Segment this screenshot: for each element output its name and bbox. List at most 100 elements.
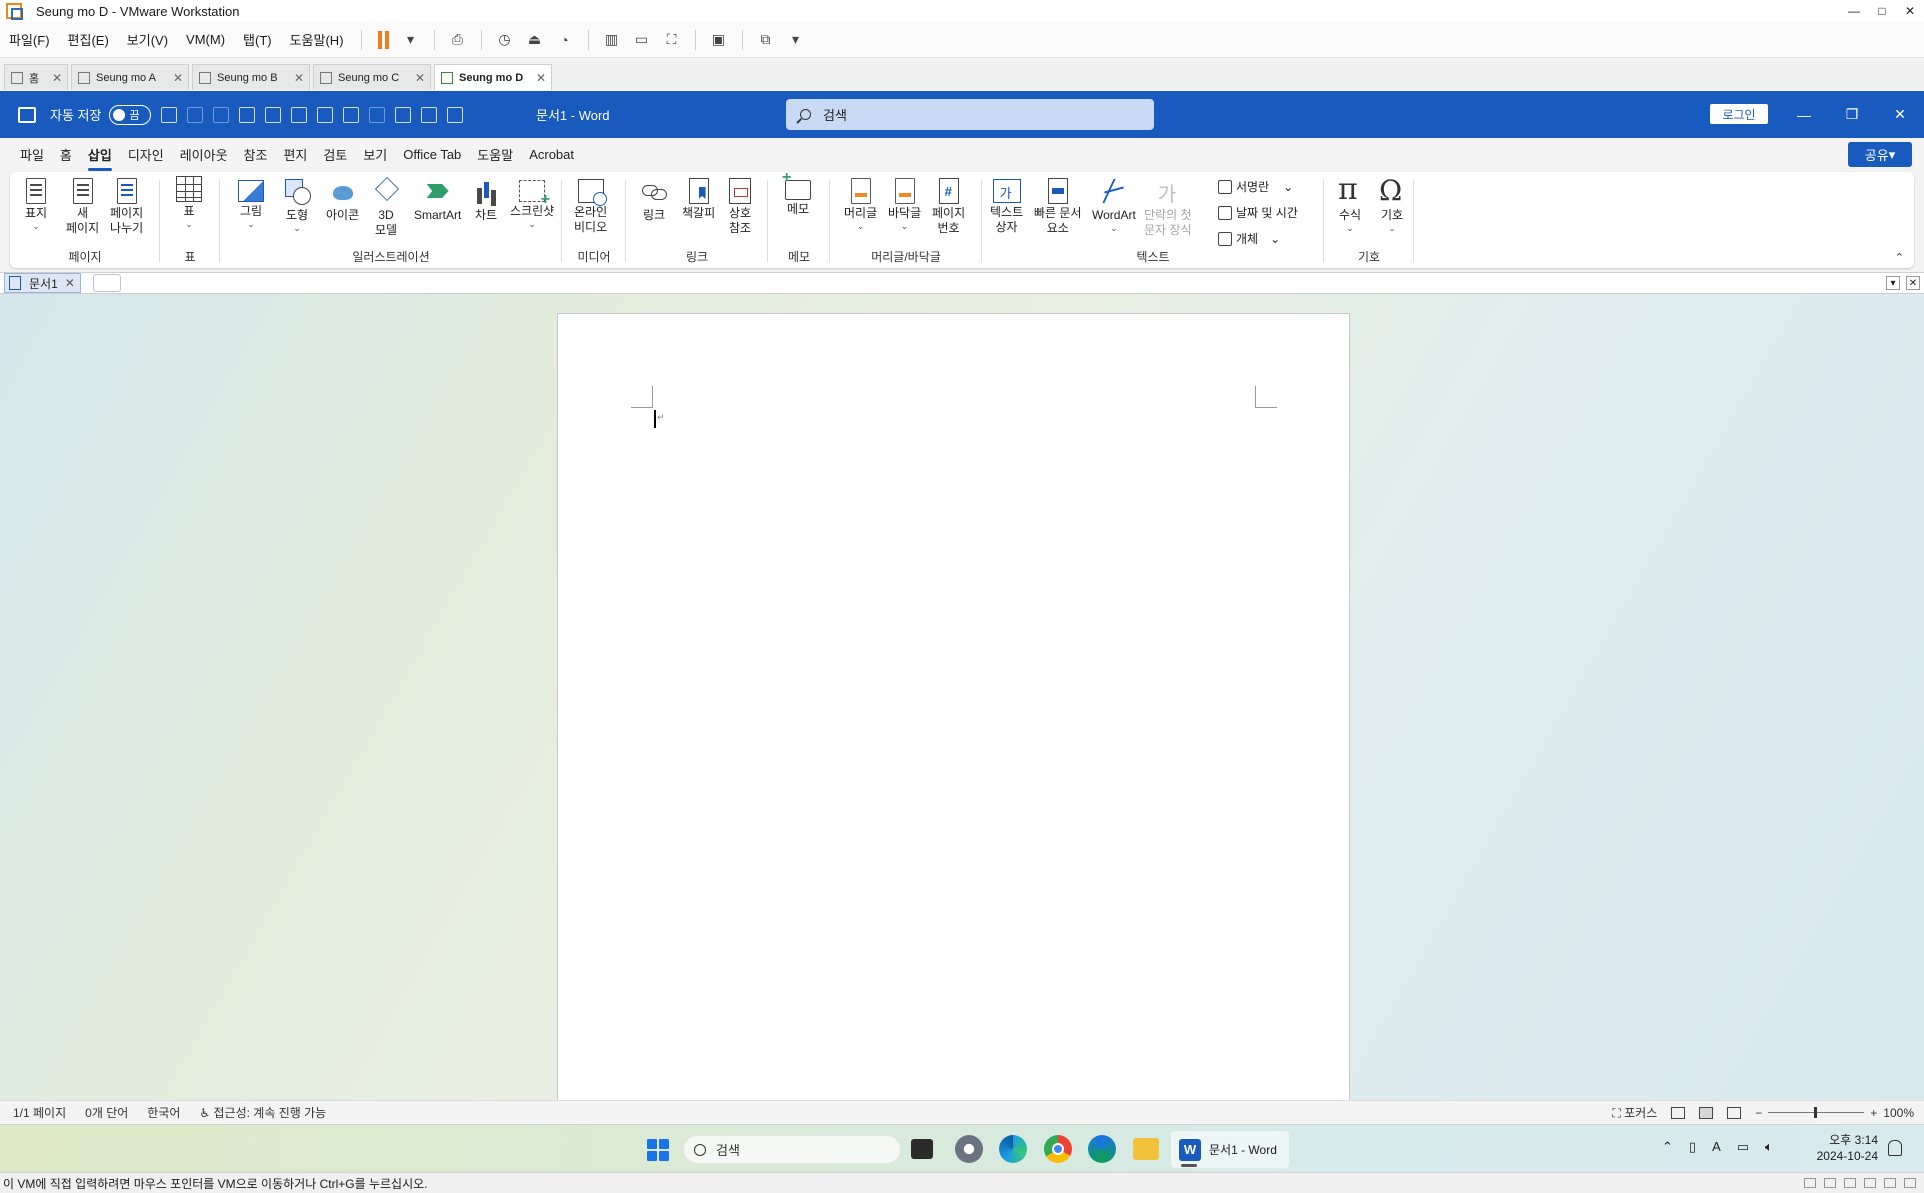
print-icon[interactable] — [317, 106, 334, 123]
cd-drive-icon[interactable] — [1824, 1178, 1836, 1188]
comment-button[interactable]: 메모 — [782, 169, 811, 217]
shapes-button[interactable]: 도형 ⌄ — [283, 176, 311, 233]
close-icon[interactable]: ✕ — [415, 71, 425, 85]
edit-icon[interactable] — [395, 106, 412, 123]
hard-disk-icon[interactable] — [1804, 1178, 1816, 1188]
footer-button[interactable]: 바닥글 ⌄ — [888, 176, 921, 231]
menu-edit[interactable]: 편집(E) — [59, 30, 118, 49]
chart-button[interactable]: 차트 — [472, 176, 500, 223]
collapse-ribbon-icon[interactable]: ⌃ — [1895, 251, 1904, 264]
wordart-button[interactable]: WordArt ⌄ — [1092, 176, 1136, 233]
file-explorer-icon[interactable] — [1133, 1138, 1159, 1160]
page-number-button[interactable]: 페이지 번호 — [932, 176, 965, 236]
stretch-icon[interactable]: ⧉ — [754, 28, 778, 52]
table-button[interactable]: 표 ⌄ — [176, 176, 202, 229]
autosave-toggle[interactable]: 끔 — [109, 104, 152, 125]
send-keys-icon[interactable]: ⎙ — [446, 28, 470, 52]
page-count[interactable]: 1/1 페이지 — [13, 1104, 66, 1121]
3d-models-button[interactable]: 3D 모델 — [372, 176, 400, 238]
volume-icon[interactable]: 🔈︎ — [1765, 1139, 1773, 1155]
app-icon[interactable] — [1088, 1135, 1116, 1163]
vm-tab-a[interactable]: Seung mo A ✕ — [71, 64, 189, 90]
drop-cap-button[interactable]: 단락의 첫 문자 장식 — [1144, 176, 1192, 238]
date-time-button[interactable]: 날짜 및 시간 — [1218, 204, 1298, 221]
close-icon[interactable]: ✕ — [65, 276, 75, 290]
share-button[interactable]: 공유 ▾ — [1848, 142, 1912, 167]
network-icon[interactable]: ▭ — [1737, 1139, 1749, 1155]
web-layout-icon[interactable] — [1727, 1106, 1742, 1119]
draw-icon[interactable] — [369, 106, 386, 123]
tab-review[interactable]: 검토 — [315, 145, 355, 164]
link-button[interactable]: 링크 — [640, 176, 668, 223]
cross-reference-button[interactable]: 상호 참조 — [726, 176, 754, 236]
word-count[interactable]: 0개 단어 — [85, 1104, 128, 1121]
snapshot-icon[interactable]: ◷ — [493, 28, 517, 52]
tab-mailings[interactable]: 편지 — [275, 145, 315, 164]
task-view-icon[interactable] — [911, 1139, 933, 1159]
smartart-button[interactable]: SmartArt — [414, 176, 461, 223]
tab-view[interactable]: 보기 — [355, 145, 395, 164]
print-layout-icon[interactable] — [1699, 1106, 1714, 1119]
quick-parts-button[interactable]: 빠른 문서 요소 — [1034, 176, 1082, 236]
page-break-button[interactable]: 페이지 나누기 — [110, 176, 143, 236]
zoom-out-icon[interactable]: − — [1755, 1106, 1762, 1120]
minimize-icon[interactable]: — — [1840, 0, 1868, 22]
vm-tab-d[interactable]: Seung mo D ✕ — [434, 64, 552, 90]
snapshot-manager-icon[interactable]: ◔ — [553, 28, 577, 52]
tab-list-icon[interactable]: ▾ — [1886, 276, 1900, 290]
zoom-slider-thumb[interactable] — [1814, 1107, 1818, 1118]
menu-file[interactable]: 파일(F) — [0, 30, 59, 49]
new-tab-button[interactable] — [92, 274, 121, 292]
close-icon[interactable]: ✕ — [1876, 91, 1924, 138]
close-icon[interactable]: ✕ — [294, 71, 304, 85]
pause-icon[interactable] — [377, 30, 396, 49]
taskbar-search[interactable]: 검색 — [683, 1135, 901, 1164]
new-page-button[interactable]: 새 페이지 — [66, 176, 99, 236]
zoom-slider[interactable] — [1768, 1107, 1865, 1118]
chevron-up-icon[interactable]: ⌃ — [1662, 1139, 1673, 1155]
usb-icon[interactable]: ▯ — [1689, 1139, 1696, 1155]
chevron-down-icon[interactable]: ▾ — [784, 28, 808, 52]
tab-home[interactable]: 홈 — [52, 145, 80, 164]
revert-snapshot-icon[interactable]: ⏏ — [523, 28, 547, 52]
close-icon[interactable]: ✕ — [1906, 276, 1920, 290]
language-indicator[interactable]: 한국어 — [147, 1104, 180, 1121]
maximize-icon[interactable]: □ — [1868, 0, 1896, 22]
close-icon[interactable]: ✕ — [1896, 0, 1924, 22]
tab-help[interactable]: 도움말 — [469, 145, 521, 164]
undo-icon[interactable] — [187, 106, 204, 123]
equation-button[interactable]: 수식 ⌄ — [1336, 172, 1364, 233]
chrome-browser-icon[interactable] — [1044, 1135, 1072, 1163]
taskbar-word-button[interactable]: W 문서1 - Word — [1171, 1131, 1289, 1168]
network-adapter-icon[interactable] — [1844, 1178, 1856, 1188]
search-box[interactable]: 검색 — [786, 99, 1154, 130]
new-document-icon[interactable] — [239, 106, 256, 123]
cover-page-button[interactable]: 표지 ⌄ — [22, 176, 50, 231]
usb-device-icon[interactable] — [1864, 1178, 1876, 1188]
tab-file[interactable]: 파일 — [12, 145, 52, 164]
text-box-button[interactable]: 텍스트 상자 — [990, 176, 1023, 235]
ime-icon[interactable]: A — [1712, 1139, 1721, 1155]
close-icon[interactable]: ✕ — [52, 71, 62, 85]
customize-toolbar-icon[interactable] — [447, 106, 464, 123]
minimize-icon[interactable]: — — [1780, 91, 1828, 138]
save-icon[interactable] — [161, 106, 178, 123]
screenshot-button[interactable]: 스크린샷 ⌄ — [510, 176, 554, 229]
open-folder-icon[interactable] — [265, 106, 282, 123]
message-icon[interactable] — [1904, 1178, 1916, 1188]
icons-button[interactable]: 아이콘 — [326, 176, 359, 223]
close-icon[interactable]: ✕ — [536, 71, 546, 85]
console-icon[interactable]: ▣ — [707, 28, 731, 52]
vm-tab-home[interactable]: 홈 ✕ — [4, 64, 68, 90]
focus-button[interactable]: ⛶ 포커스 — [1612, 1104, 1657, 1121]
zoom-in-icon[interactable]: + — [1870, 1106, 1877, 1120]
document-page[interactable]: ↵ — [557, 313, 1350, 1100]
redo-icon[interactable] — [213, 106, 230, 123]
menu-help[interactable]: 도움말(H) — [281, 30, 353, 49]
accessibility-status[interactable]: ♿ 접근성: 계속 진행 가능 — [199, 1104, 326, 1121]
menu-view[interactable]: 보기(V) — [118, 30, 177, 49]
login-button[interactable]: 로그인 — [1710, 104, 1768, 124]
object-button[interactable]: 개체 ⌄ — [1218, 230, 1280, 247]
tab-acrobat[interactable]: Acrobat — [521, 147, 582, 162]
print-preview-icon[interactable] — [343, 106, 360, 123]
